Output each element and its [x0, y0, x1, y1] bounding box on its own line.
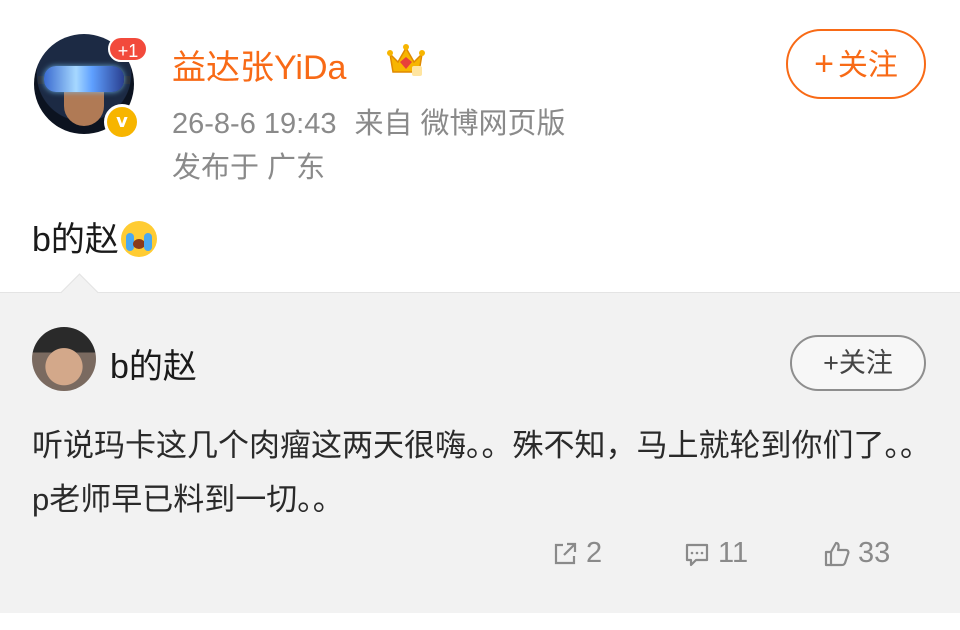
- plus-icon: +: [814, 45, 834, 83]
- share-button[interactable]: 2: [550, 537, 602, 570]
- post-location: 发布于 广东: [172, 152, 326, 184]
- post-meta: 26-8-6 19:43 来自 微博网页版: [172, 100, 566, 142]
- weibo-post: +1 v 益达张YiDa 26-8-6 19:43 来自 微博网页版 发布于 广东…: [0, 0, 960, 292]
- post-text-content: b的赵: [32, 221, 119, 259]
- like-button[interactable]: 33: [822, 537, 890, 570]
- share-icon: [554, 542, 577, 564]
- follow-button[interactable]: + 关注: [786, 29, 926, 99]
- repost-follow-button[interactable]: +关注: [790, 335, 926, 391]
- like-icon: [824, 541, 850, 566]
- post-text: b的赵: [32, 212, 157, 261]
- crown-icon[interactable]: [386, 40, 426, 80]
- reposted-card[interactable]: b的赵 +关注 听说玛卡这几个肉瘤这两天很嗨。。殊不知，马上就轮到你们了。。p老…: [0, 273, 960, 613]
- comment-count: 11: [718, 537, 749, 569]
- repost-author-avatar[interactable]: [32, 327, 96, 391]
- verified-badge: v: [104, 104, 140, 140]
- post-source: 来自 微博网页版: [354, 108, 566, 140]
- repost-text: 听说玛卡这几个肉瘤这两天很嗨。。殊不知，马上就轮到你们了。。p老师早已料到一切。…: [32, 428, 931, 517]
- author-name[interactable]: 益达张YiDa: [172, 40, 346, 89]
- comment-icon: [685, 543, 709, 566]
- comment-button[interactable]: 11: [682, 537, 748, 570]
- follow-label: 关注: [837, 49, 898, 82]
- post-timestamp: 26-8-6 19:43: [172, 108, 337, 140]
- author-avatar[interactable]: +1 v: [34, 34, 148, 140]
- like-count: 33: [858, 537, 891, 569]
- share-count: 2: [586, 537, 603, 569]
- notification-badge: +1: [108, 36, 148, 62]
- crying-emoji-icon: [120, 221, 157, 257]
- repost-author-name[interactable]: b的赵: [110, 339, 197, 388]
